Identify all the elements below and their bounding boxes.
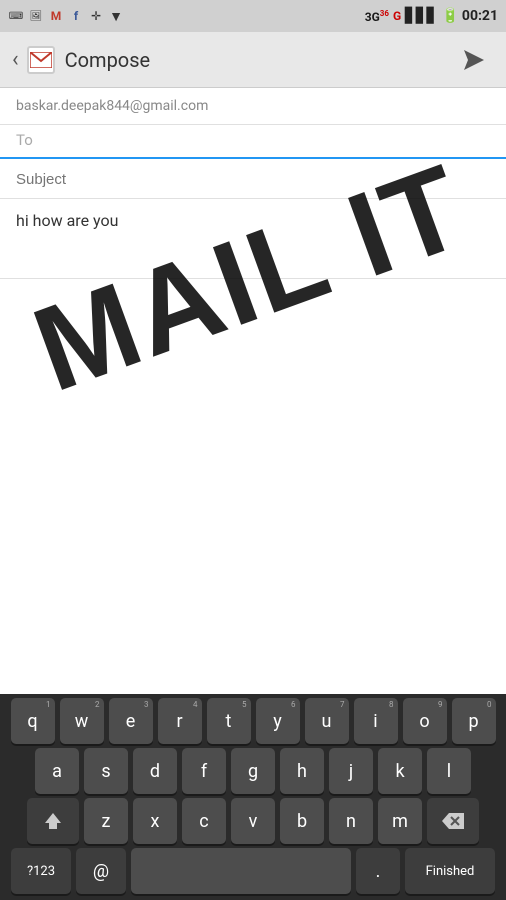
key-y[interactable]: 6y: [256, 698, 300, 744]
page-title: Compose: [65, 48, 454, 72]
to-label: To: [16, 131, 33, 153]
key-e[interactable]: 3e: [109, 698, 153, 744]
key-z[interactable]: z: [84, 798, 128, 844]
key-o[interactable]: 9o: [403, 698, 447, 744]
gmail-logo: [27, 46, 55, 74]
g-signal-icon: G: [393, 9, 401, 23]
key-w[interactable]: 2w: [60, 698, 104, 744]
finished-key[interactable]: Finished: [405, 848, 495, 894]
keyboard-icon: ⌨: [8, 8, 24, 24]
image-icon: 🖼: [28, 8, 44, 24]
body-row[interactable]: hi how are you: [0, 199, 506, 279]
from-address: baskar.deepak844@gmail.com: [16, 98, 208, 114]
key-q[interactable]: 1q: [11, 698, 55, 744]
spacebar-key[interactable]: [131, 848, 351, 894]
to-row[interactable]: To: [0, 125, 506, 159]
key-j[interactable]: j: [329, 748, 373, 794]
network-label: 3G36: [365, 9, 389, 24]
key-h[interactable]: h: [280, 748, 324, 794]
keyboard-row-1: 1q 2w 3e 4r 5t 6y 7u 8i 9o 0p: [0, 694, 506, 744]
key-b[interactable]: b: [280, 798, 324, 844]
facebook-icon: f: [68, 8, 84, 24]
keyboard-row-4: ?123 @ . Finished: [0, 844, 506, 900]
compose-area: baskar.deepak844@gmail.com To hi how are…: [0, 88, 506, 279]
key-x[interactable]: x: [133, 798, 177, 844]
key-symbols[interactable]: ?123: [11, 848, 71, 894]
battery-icon: 🔋: [441, 8, 457, 24]
key-r[interactable]: 4r: [158, 698, 202, 744]
subject-row[interactable]: [0, 159, 506, 199]
key-u[interactable]: 7u: [305, 698, 349, 744]
spacer: [0, 279, 506, 479]
gmail-icon: M: [48, 8, 64, 24]
status-right: 3G36 G ▋▋▋ 🔋 00:21: [365, 8, 498, 24]
to-input[interactable]: [41, 132, 490, 153]
key-at[interactable]: @: [76, 848, 126, 894]
key-d[interactable]: d: [133, 748, 177, 794]
key-m[interactable]: m: [378, 798, 422, 844]
toolbar: ‹ Compose: [0, 32, 506, 88]
keyboard-row-3: z x c v b n m: [0, 794, 506, 844]
key-g[interactable]: g: [231, 748, 275, 794]
key-l[interactable]: l: [427, 748, 471, 794]
signal-bars: ▋▋▋: [405, 8, 437, 24]
from-row: baskar.deepak844@gmail.com: [0, 88, 506, 125]
back-button[interactable]: ‹: [12, 47, 19, 72]
key-k[interactable]: k: [378, 748, 422, 794]
backspace-key[interactable]: [427, 798, 479, 844]
key-v[interactable]: v: [231, 798, 275, 844]
key-t[interactable]: 5t: [207, 698, 251, 744]
send-button[interactable]: [454, 40, 494, 80]
key-period[interactable]: .: [356, 848, 400, 894]
key-a[interactable]: a: [35, 748, 79, 794]
key-p[interactable]: 0p: [452, 698, 496, 744]
subject-input[interactable]: [16, 171, 490, 188]
keyboard: 1q 2w 3e 4r 5t 6y 7u 8i 9o 0p a s d f g …: [0, 694, 506, 900]
keyboard-row-2: a s d f g h j k l: [0, 744, 506, 794]
feather-icon: ▼: [108, 8, 124, 24]
key-c[interactable]: c: [182, 798, 226, 844]
key-i[interactable]: 8i: [354, 698, 398, 744]
key-s[interactable]: s: [84, 748, 128, 794]
key-n[interactable]: n: [329, 798, 373, 844]
shift-key[interactable]: [27, 798, 79, 844]
time-display: 00:21: [462, 8, 498, 24]
status-bar: ⌨ 🖼 M f ✛ ▼ 3G36 G ▋▋▋ 🔋 00:21: [0, 0, 506, 32]
status-left-icons: ⌨ 🖼 M f ✛ ▼: [8, 8, 124, 24]
key-f[interactable]: f: [182, 748, 226, 794]
body-text: hi how are you: [16, 211, 118, 230]
crosshair-icon: ✛: [88, 8, 104, 24]
